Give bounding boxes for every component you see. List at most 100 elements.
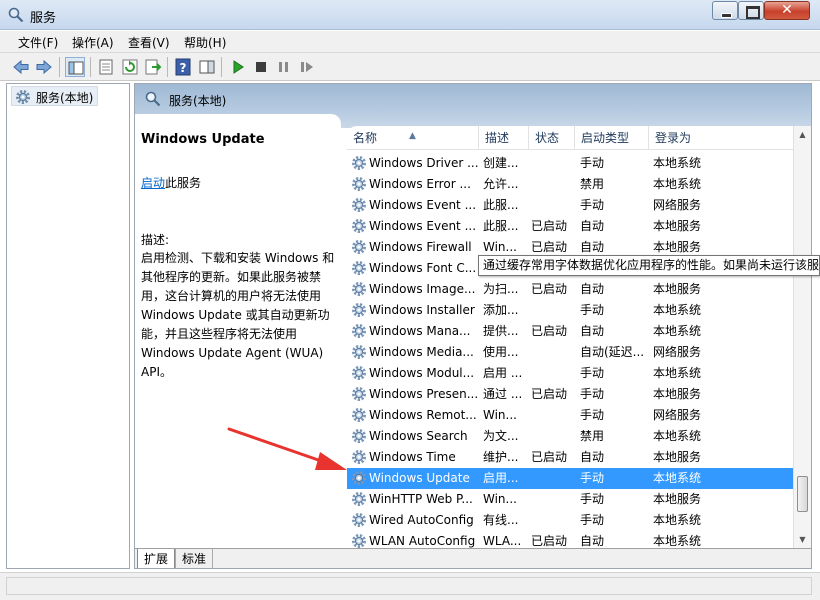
service-name: Windows Search <box>369 429 468 443</box>
maximize-button[interactable] <box>738 1 764 20</box>
service-gear-icon <box>352 534 366 548</box>
service-gear-icon <box>352 492 366 506</box>
action-pane-icon[interactable] <box>197 57 217 77</box>
service-name: Windows Mana... <box>369 324 471 338</box>
service-startup-type: 自动(延迟... <box>580 345 645 359</box>
forward-icon[interactable] <box>34 57 54 77</box>
service-gear-icon <box>352 450 366 464</box>
menu-help[interactable]: 帮助(H) <box>184 34 226 51</box>
service-description: 为文... <box>483 429 519 443</box>
service-row[interactable]: Windows Event ... 此服... 已启动 自动 本地服务 <box>347 216 793 237</box>
menu-action[interactable]: 操作(A) <box>72 34 114 51</box>
column-header-desc[interactable]: 描述 <box>479 126 529 150</box>
services-pane: 服务(本地) Windows Update 启动此服务 描述: 启用检测、下载和… <box>134 83 812 569</box>
column-header-logon[interactable]: 登录为 <box>649 126 735 150</box>
service-row[interactable]: Windows Presen... 通过 ... 已启动 手动 本地服务 <box>347 384 793 405</box>
service-startup-type: 自动 <box>580 534 605 548</box>
service-row[interactable]: Windows Modul... 启用 ... 手动 本地系统 <box>347 363 793 384</box>
service-row[interactable]: Windows Error ... 允许... 禁用 本地系统 <box>347 174 793 195</box>
service-logon: 网络服务 <box>653 345 702 359</box>
minimize-button[interactable] <box>712 1 738 20</box>
column-header-startup-type[interactable]: 启动类型 <box>575 126 649 150</box>
tree-item-services-local[interactable]: 服务(本地) <box>11 86 99 106</box>
show-hide-tree-icon[interactable] <box>65 57 85 77</box>
start-service-row: 启动此服务 <box>141 174 201 191</box>
refresh-icon[interactable] <box>120 57 140 77</box>
properties-icon[interactable] <box>96 57 116 77</box>
service-startup-type: 禁用 <box>580 177 605 191</box>
close-icon: ✕ <box>781 2 793 18</box>
close-button[interactable]: ✕ <box>764 1 810 20</box>
tab-standard[interactable]: 标准 <box>175 549 214 568</box>
tab-extended[interactable]: 扩展 <box>137 549 176 568</box>
service-gear-icon <box>352 471 366 485</box>
restart-service-icon[interactable] <box>297 57 317 77</box>
vertical-scrollbar[interactable]: ▲ ▼ <box>793 126 811 548</box>
service-logon: 本地系统 <box>653 534 702 548</box>
service-description: 启用 ... <box>483 366 523 380</box>
scroll-up-icon[interactable]: ▲ <box>794 126 811 143</box>
service-name: Windows Image... <box>369 282 476 296</box>
service-gear-icon <box>352 429 366 443</box>
service-row[interactable]: WLAN AutoConfig WLA... 已启动 自动 本地系统 <box>347 531 793 548</box>
service-description: 为扫... <box>483 282 519 296</box>
service-description: Win... <box>483 408 517 422</box>
stop-service-icon[interactable] <box>251 57 271 77</box>
column-header-status[interactable]: 状态 <box>529 126 575 150</box>
start-service-link[interactable]: 启动 <box>141 176 165 190</box>
service-row[interactable]: Wired AutoConfig 有线... 手动 本地系统 <box>347 510 793 531</box>
service-logon: 本地服务 <box>653 282 702 296</box>
service-row[interactable]: Windows Media... 使用... 自动(延迟... 网络服务 <box>347 342 793 363</box>
list-header: 名称 ▲ 描述 状态 启动类型 登录为 <box>347 126 793 150</box>
services-gear-icon <box>16 90 30 104</box>
service-logon: 本地服务 <box>653 450 702 464</box>
back-icon[interactable] <box>11 57 31 77</box>
help-icon[interactable]: ? <box>173 57 193 77</box>
service-row[interactable]: WinHTTP Web P... Win... 手动 本地服务 <box>347 489 793 510</box>
service-description: 允许... <box>483 177 519 191</box>
start-service-icon[interactable] <box>228 57 248 77</box>
console-tree: 服务(本地) <box>6 83 130 569</box>
service-name: Windows Error ... <box>369 177 471 191</box>
selected-service-title: Windows Update <box>141 132 265 147</box>
status-cell <box>6 577 812 595</box>
menu-file[interactable]: 文件(F) <box>18 34 58 51</box>
service-startup-type: 自动 <box>580 219 605 233</box>
service-logon: 网络服务 <box>653 198 702 212</box>
service-gear-icon <box>352 198 366 212</box>
service-name: WinHTTP Web P... <box>369 492 473 506</box>
service-startup-type: 手动 <box>580 513 605 527</box>
service-row[interactable]: Windows Installer 添加... 手动 本地系统 <box>347 300 793 321</box>
service-row[interactable]: Windows Mana... 提供... 已启动 自动 本地系统 <box>347 321 793 342</box>
service-name: Windows Font C... <box>369 261 477 275</box>
scroll-down-icon[interactable]: ▼ <box>794 531 811 548</box>
service-row[interactable]: Windows Image... 为扫... 已启动 自动 本地服务 <box>347 279 793 300</box>
service-row[interactable]: Windows Remot... Win... 手动 网络服务 <box>347 405 793 426</box>
start-service-suffix: 此服务 <box>165 176 202 190</box>
service-name: Windows Presen... <box>369 387 479 401</box>
service-description: 通过 ... <box>483 387 523 401</box>
service-gear-icon <box>352 240 366 254</box>
service-row[interactable]: Windows Search 为文... 禁用 本地系统 <box>347 426 793 447</box>
service-description: 维护... <box>483 450 519 464</box>
service-description: 添加... <box>483 303 519 317</box>
service-logon: 本地系统 <box>653 471 702 485</box>
column-header-name[interactable]: 名称 ▲ <box>347 126 479 150</box>
export-list-icon[interactable] <box>143 57 163 77</box>
service-gear-icon <box>352 324 366 338</box>
service-row[interactable]: Windows Driver ... 创建... 手动 本地系统 <box>347 153 793 174</box>
service-description: 有线... <box>483 513 519 527</box>
service-gear-icon <box>352 408 366 422</box>
scroll-thumb[interactable] <box>797 476 808 512</box>
menu-bar: 文件(F) 操作(A) 查看(V) 帮助(H) <box>0 31 820 53</box>
service-row[interactable]: Windows Time 维护... 已启动 自动 本地服务 <box>347 447 793 468</box>
service-startup-type: 自动 <box>580 450 605 464</box>
view-tabs: 扩展 标准 <box>135 548 811 568</box>
menu-view[interactable]: 查看(V) <box>128 34 170 51</box>
pause-service-icon[interactable] <box>274 57 294 77</box>
service-row[interactable]: Windows Update 启用... 手动 本地系统 <box>347 468 793 489</box>
service-gear-icon <box>352 219 366 233</box>
service-row[interactable]: Windows Event ... 此服... 手动 网络服务 <box>347 195 793 216</box>
description-text: 启用检测、下载和安装 Windows 和其他程序的更新。如果此服务被禁用，这台计… <box>141 251 335 379</box>
service-logon: 本地系统 <box>653 366 702 380</box>
